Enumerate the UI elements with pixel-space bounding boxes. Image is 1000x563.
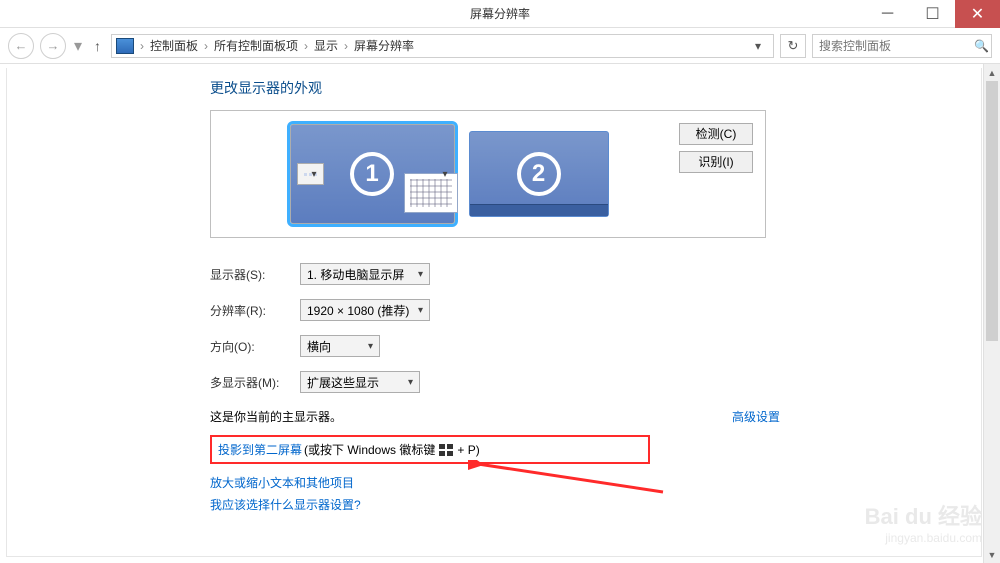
search-box[interactable]: 🔍 [812, 34, 992, 58]
breadcrumb-dropdown-icon[interactable]: ▾ [747, 39, 769, 53]
display-settings-form: 显示器(S): 1. 移动电脑显示屏 分辨率(R): 1920 × 1080 (… [210, 256, 780, 400]
monitors-area[interactable]: 1 2 [219, 124, 679, 224]
vertical-scrollbar[interactable]: ▲ ▼ [983, 64, 1000, 563]
monitor-2[interactable]: 2 [469, 131, 609, 217]
navigation-bar: ← → ▾ ↑ › 控制面板 › 所有控制面板项 › 显示 › 屏幕分辨率 ▾ … [0, 28, 1000, 64]
search-input[interactable] [819, 39, 974, 53]
forward-button[interactable]: → [40, 33, 66, 59]
project-highlight-box: 投影到第二屏幕 (或按下 Windows 徽标键 + P) [210, 435, 650, 464]
breadcrumb-item[interactable]: 控制面板 [146, 37, 202, 54]
monitor-number: 1 [350, 152, 394, 196]
close-button[interactable]: ✕ [955, 0, 1000, 28]
control-panel-icon [116, 38, 134, 54]
nav-separator: ▾ [72, 36, 84, 56]
maximize-button[interactable]: ☐ [910, 0, 955, 28]
page-title: 更改显示器的外观 [210, 78, 780, 98]
scrollbar-thumb[interactable] [986, 81, 998, 341]
monitor-preview-panel: 1 2 检测(C) 识别(I) [210, 110, 766, 238]
back-button[interactable]: ← [8, 33, 34, 59]
project-hint-post: + P) [457, 443, 479, 457]
breadcrumb-item[interactable]: 所有控制面板项 [210, 37, 302, 54]
content-area: 更改显示器的外观 1 2 检测(C) 识别(I) 显示器(S): [6, 68, 982, 557]
resolution-label: 分辨率(R): [210, 302, 300, 319]
detect-button[interactable]: 检测(C) [679, 123, 753, 145]
window-title: 屏幕分辨率 [0, 5, 1000, 22]
breadcrumb-item[interactable]: 显示 [310, 37, 342, 54]
display-label: 显示器(S): [210, 266, 300, 283]
resolution-select[interactable]: 1920 × 1080 (推荐) [300, 299, 430, 321]
monitor-taskbar [297, 163, 324, 185]
orientation-select[interactable]: 横向 [300, 335, 380, 357]
primary-display-status: 这是你当前的主显示器。 [210, 408, 342, 425]
identify-button[interactable]: 识别(I) [679, 151, 753, 173]
scroll-up-icon[interactable]: ▲ [984, 64, 1000, 81]
project-to-second-screen-link[interactable]: 投影到第二屏幕 [218, 441, 302, 458]
scroll-down-icon[interactable]: ▼ [984, 546, 1000, 563]
breadcrumb-item[interactable]: 屏幕分辨率 [350, 37, 418, 54]
resize-text-link[interactable]: 放大或缩小文本和其他项目 [210, 476, 354, 490]
monitor-taskbar [470, 204, 608, 216]
orientation-label: 方向(O): [210, 338, 300, 355]
which-display-link[interactable]: 我应该选择什么显示器设置? [210, 498, 361, 512]
window-controls: ─ ☐ ✕ [865, 0, 1000, 27]
titlebar: 屏幕分辨率 ─ ☐ ✕ [0, 0, 1000, 28]
display-select[interactable]: 1. 移动电脑显示屏 [300, 263, 430, 285]
up-button[interactable]: ↑ [90, 38, 105, 54]
help-links: 放大或缩小文本和其他项目 我应该选择什么显示器设置? [210, 472, 780, 516]
monitor-number: 2 [517, 152, 561, 196]
monitor-1[interactable]: 1 [290, 124, 455, 224]
search-icon[interactable]: 🔍 [974, 39, 989, 53]
status-row: 这是你当前的主显示器。 高级设置 [210, 408, 780, 425]
breadcrumb[interactable]: › 控制面板 › 所有控制面板项 › 显示 › 屏幕分辨率 ▾ [111, 34, 774, 58]
advanced-settings-link[interactable]: 高级设置 [732, 408, 780, 425]
panel-buttons: 检测(C) 识别(I) [679, 123, 753, 173]
multi-display-label: 多显示器(M): [210, 374, 300, 391]
project-hint-pre: (或按下 Windows 徽标键 [304, 441, 435, 458]
keyboard-icon [404, 173, 458, 213]
minimize-button[interactable]: ─ [865, 0, 910, 28]
multi-display-select[interactable]: 扩展这些显示 [300, 371, 420, 393]
windows-logo-icon [439, 444, 453, 456]
refresh-button[interactable]: ↻ [780, 34, 806, 58]
